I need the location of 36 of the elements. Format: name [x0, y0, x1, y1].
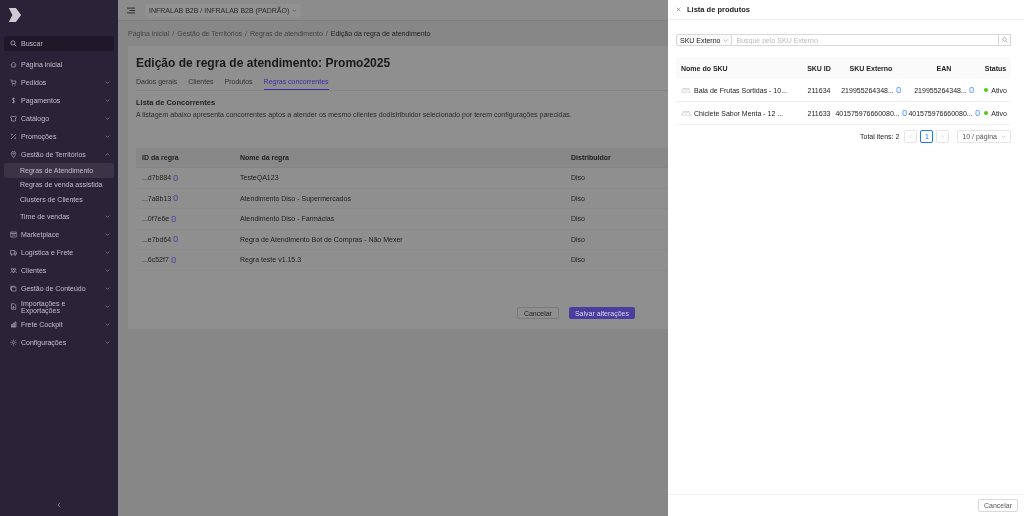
menu-icon[interactable]	[127, 6, 135, 14]
search-icon	[10, 40, 17, 47]
nav-icon	[10, 114, 17, 122]
nav-icon	[10, 339, 17, 346]
product-image-icon	[681, 110, 691, 116]
copy-icon[interactable]	[170, 256, 176, 263]
chevron-icon	[105, 214, 110, 218]
search-button[interactable]	[999, 34, 1011, 46]
nav-icon	[10, 285, 17, 292]
nav-icon	[10, 249, 17, 256]
copy-icon[interactable]	[171, 215, 177, 222]
collapse-icon[interactable]	[57, 502, 61, 508]
nav-icon	[10, 150, 17, 158]
copy-icon[interactable]	[173, 195, 179, 202]
copy-icon[interactable]	[173, 236, 179, 243]
nav-icon	[10, 78, 17, 86]
nav-icon	[10, 267, 17, 274]
nav-icon	[10, 321, 17, 328]
caret-icon	[723, 38, 729, 42]
nav-icon	[10, 231, 17, 238]
close-icon[interactable]	[676, 7, 681, 12]
logo-icon	[8, 7, 22, 23]
copy-icon[interactable]	[901, 110, 907, 116]
search-icon	[1001, 37, 1008, 43]
copy-icon[interactable]	[173, 174, 179, 181]
product-image-icon	[681, 87, 691, 93]
nav-icon	[10, 60, 17, 68]
copy-icon[interactable]	[895, 87, 901, 93]
nav-icon	[10, 96, 17, 104]
caret-icon	[1001, 135, 1006, 138]
nav-icon	[10, 303, 17, 310]
nav-icon	[10, 132, 17, 140]
copy-icon[interactable]	[968, 87, 974, 93]
copy-icon[interactable]	[974, 110, 980, 116]
caret-icon	[292, 8, 298, 12]
page-title: Edição de regra de atendimento: Promo2025	[136, 56, 392, 70]
